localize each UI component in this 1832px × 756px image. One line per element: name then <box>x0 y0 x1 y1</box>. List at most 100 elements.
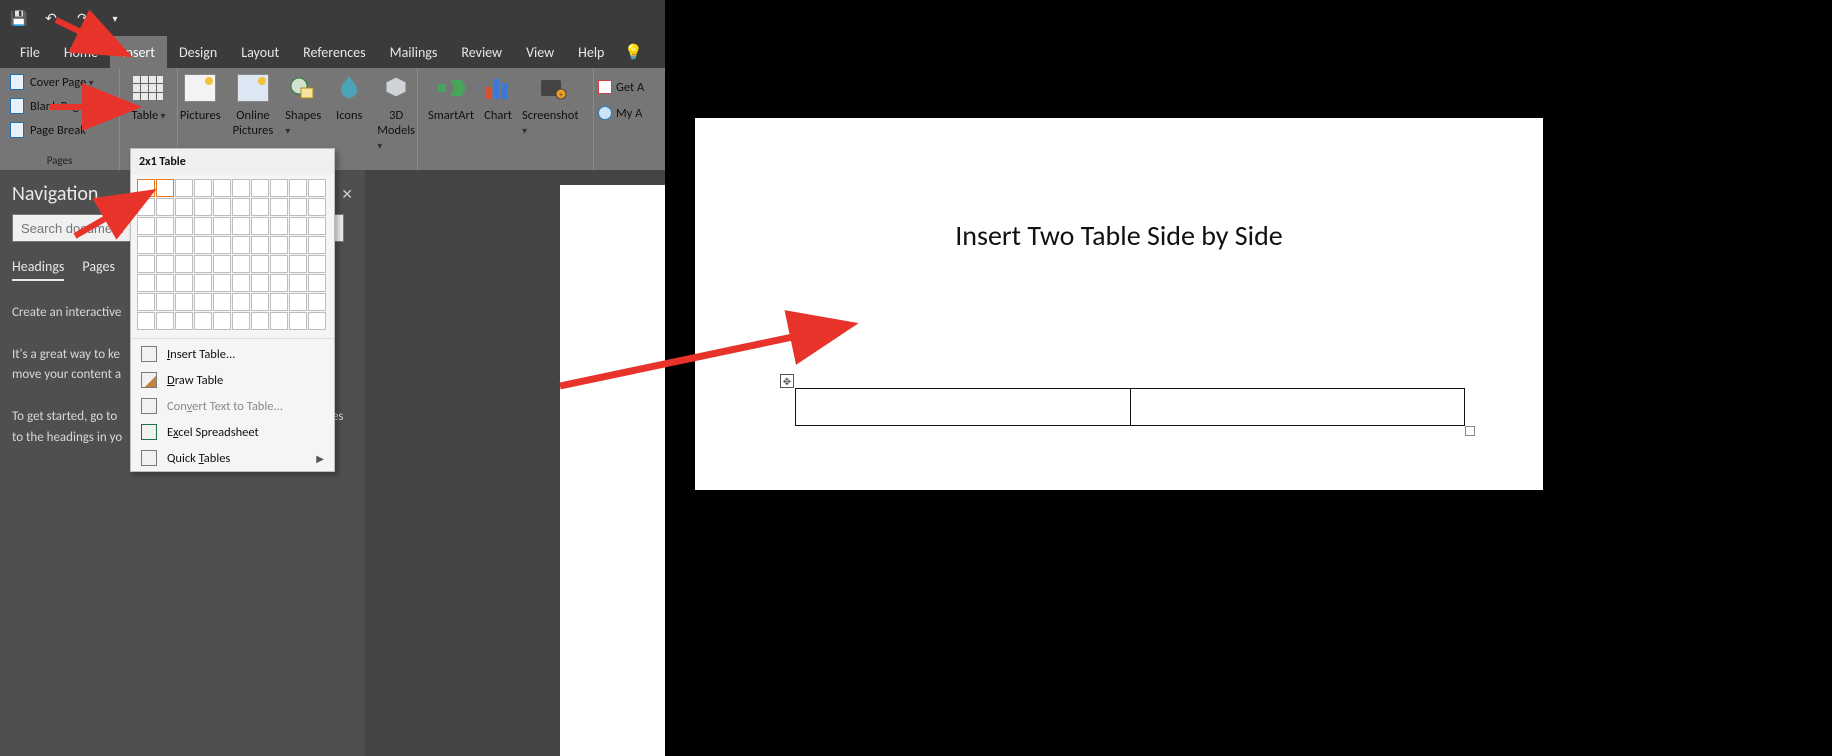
grid-cell[interactable] <box>270 236 288 254</box>
grid-cell[interactable] <box>251 274 269 292</box>
quick-tables-menu-item[interactable]: Quick Tables ▶ <box>131 445 334 471</box>
grid-cell[interactable] <box>156 312 174 330</box>
grid-cell[interactable] <box>232 274 250 292</box>
grid-cell[interactable] <box>213 293 231 311</box>
grid-cell[interactable] <box>251 255 269 273</box>
excel-spreadsheet-menu-item[interactable]: Excel Spreadsheet <box>131 419 334 445</box>
grid-cell[interactable] <box>175 293 193 311</box>
grid-cell[interactable] <box>137 179 155 197</box>
redo-icon[interactable]: ↷ <box>74 9 92 27</box>
tab-review[interactable]: Review <box>449 36 514 68</box>
smartart-button[interactable]: SmartArt <box>424 70 478 140</box>
grid-cell[interactable] <box>213 274 231 292</box>
grid-cell[interactable] <box>308 255 326 273</box>
grid-cell[interactable] <box>308 312 326 330</box>
tab-file[interactable]: File <box>8 36 52 68</box>
grid-cell[interactable] <box>232 179 250 197</box>
grid-cell[interactable] <box>289 236 307 254</box>
grid-cell[interactable] <box>175 198 193 216</box>
grid-cell[interactable] <box>308 179 326 197</box>
grid-cell[interactable] <box>213 312 231 330</box>
tab-mailings[interactable]: Mailings <box>378 36 450 68</box>
grid-cell[interactable] <box>175 312 193 330</box>
grid-cell[interactable] <box>194 312 212 330</box>
grid-cell[interactable] <box>308 217 326 235</box>
blank-page-button[interactable]: Blank Page <box>6 94 113 118</box>
grid-cell[interactable] <box>175 255 193 273</box>
icons-button[interactable]: Icons <box>329 70 369 123</box>
nav-tab-pages[interactable]: Pages <box>82 258 115 281</box>
grid-cell[interactable] <box>289 293 307 311</box>
grid-cell[interactable] <box>137 255 155 273</box>
insert-table-menu-item[interactable]: Insert Table... <box>131 341 334 367</box>
table-size-grid[interactable] <box>131 175 334 336</box>
grid-cell[interactable] <box>156 255 174 273</box>
grid-cell[interactable] <box>156 293 174 311</box>
chart-button[interactable]: Chart <box>478 70 518 140</box>
grid-cell[interactable] <box>194 255 212 273</box>
tab-insert[interactable]: Insert <box>110 36 167 68</box>
grid-cell[interactable] <box>232 217 250 235</box>
get-addins-button[interactable]: Get A <box>594 74 663 100</box>
grid-cell[interactable] <box>156 217 174 235</box>
table-cell-2[interactable] <box>1131 389 1465 425</box>
nav-tab-headings[interactable]: Headings <box>12 258 64 281</box>
grid-cell[interactable] <box>213 179 231 197</box>
grid-cell[interactable] <box>175 236 193 254</box>
cover-page-button[interactable]: Cover Page <box>6 70 113 94</box>
grid-cell[interactable] <box>270 293 288 311</box>
grid-cell[interactable] <box>137 217 155 235</box>
inserted-two-column-table[interactable] <box>795 388 1465 426</box>
grid-cell[interactable] <box>270 217 288 235</box>
grid-cell[interactable] <box>270 179 288 197</box>
grid-cell[interactable] <box>232 293 250 311</box>
grid-cell[interactable] <box>232 312 250 330</box>
grid-cell[interactable] <box>289 198 307 216</box>
table-resize-handle-icon[interactable] <box>1465 426 1475 436</box>
grid-cell[interactable] <box>213 255 231 273</box>
grid-cell[interactable] <box>232 198 250 216</box>
grid-cell[interactable] <box>232 255 250 273</box>
grid-cell[interactable] <box>289 312 307 330</box>
grid-cell[interactable] <box>270 198 288 216</box>
grid-cell[interactable] <box>156 179 174 197</box>
grid-cell[interactable] <box>156 198 174 216</box>
models-button[interactable]: 3D Models <box>373 70 419 153</box>
tab-home[interactable]: Home <box>52 36 110 68</box>
grid-cell[interactable] <box>194 217 212 235</box>
grid-cell[interactable] <box>137 312 155 330</box>
grid-cell[interactable] <box>289 217 307 235</box>
document-page-left[interactable] <box>560 185 665 756</box>
grid-cell[interactable] <box>194 179 212 197</box>
grid-cell[interactable] <box>194 236 212 254</box>
grid-cell[interactable] <box>270 312 288 330</box>
grid-cell[interactable] <box>270 255 288 273</box>
customize-qat-icon[interactable]: ▾ <box>106 9 124 27</box>
table-move-handle-icon[interactable]: ✥ <box>780 374 794 388</box>
screenshot-button[interactable]: + Screenshot <box>518 70 587 140</box>
save-icon[interactable]: 💾 <box>10 9 28 27</box>
grid-cell[interactable] <box>251 179 269 197</box>
grid-cell[interactable] <box>251 198 269 216</box>
grid-cell[interactable] <box>289 179 307 197</box>
draw-table-menu-item[interactable]: Draw Table <box>131 367 334 393</box>
tellme-icon[interactable]: 💡 <box>624 36 643 68</box>
grid-cell[interactable] <box>175 217 193 235</box>
grid-cell[interactable] <box>194 293 212 311</box>
table-cell-1[interactable] <box>796 389 1131 425</box>
grid-cell[interactable] <box>251 293 269 311</box>
page-break-button[interactable]: Page Break <box>6 118 113 142</box>
grid-cell[interactable] <box>289 274 307 292</box>
grid-cell[interactable] <box>289 255 307 273</box>
tab-help[interactable]: Help <box>566 36 616 68</box>
grid-cell[interactable] <box>213 198 231 216</box>
grid-cell[interactable] <box>308 293 326 311</box>
grid-cell[interactable] <box>251 236 269 254</box>
grid-cell[interactable] <box>194 274 212 292</box>
grid-cell[interactable] <box>156 274 174 292</box>
grid-cell[interactable] <box>232 236 250 254</box>
grid-cell[interactable] <box>270 274 288 292</box>
grid-cell[interactable] <box>137 274 155 292</box>
pictures-button[interactable]: Pictures <box>176 70 225 123</box>
grid-cell[interactable] <box>175 179 193 197</box>
